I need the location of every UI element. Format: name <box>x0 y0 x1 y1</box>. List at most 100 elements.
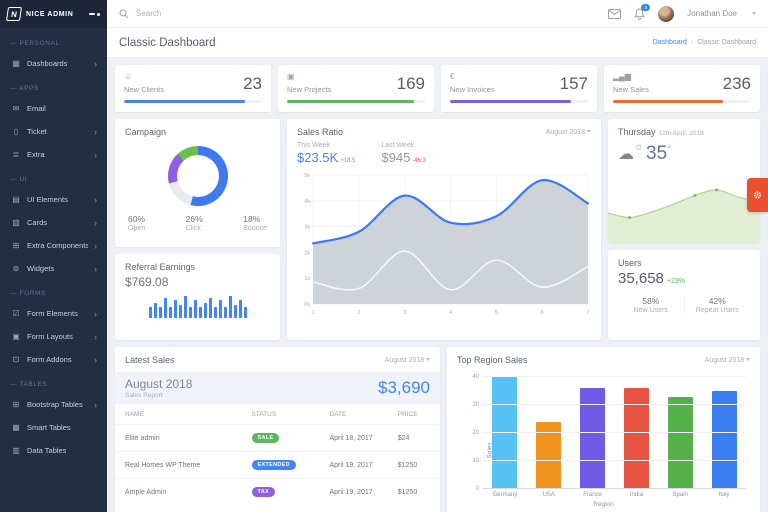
search-input[interactable] <box>134 8 358 19</box>
stat-value: 23 <box>243 74 262 93</box>
sidebar-item-label: UI Elements <box>27 195 68 204</box>
svg-text:3: 3 <box>403 310 406 316</box>
brand-logo-icon: N <box>6 7 22 21</box>
svg-text:0k: 0k <box>304 302 310 308</box>
spark-bar <box>168 307 172 318</box>
sales-ratio-period-dropdown[interactable]: August 2018 <box>546 129 591 136</box>
week-stats: This Week $23.5K +18.5 Last Week $945 -46.… <box>297 142 591 165</box>
smart-tables-icon: ▦ <box>12 423 20 432</box>
stat-progress <box>613 100 751 103</box>
spark-bar <box>173 300 177 318</box>
sidebar-item-widgets[interactable]: ⊛ Widgets › <box>0 257 107 280</box>
spark-bar <box>208 298 212 318</box>
bar-label: India <box>629 492 643 498</box>
sidebar-item-extra[interactable]: ≣ Extra › <box>0 143 107 166</box>
y-tick-label: 40 <box>472 374 479 380</box>
sidebar-item-form-elements[interactable]: ☑ Form Elements › <box>0 302 107 325</box>
spark-bar <box>183 296 187 318</box>
new-users-split: 58% New Users <box>633 296 668 314</box>
chevron-down-icon <box>746 358 750 362</box>
sidebar-item-extra-components[interactable]: ⊞ Extra Components › <box>0 234 107 257</box>
form-layouts-icon: ▣ <box>12 332 20 341</box>
cell-date: April 18, 2017 <box>329 424 398 452</box>
stat-progress <box>124 100 262 103</box>
bar-column-spain <box>658 377 702 489</box>
campaign-stat-click: 26% Click <box>185 214 203 232</box>
referral-sparkline <box>125 294 270 318</box>
chevron-right-icon: › <box>94 263 97 274</box>
y-tick-label: 30 <box>472 402 479 408</box>
mail-icon[interactable] <box>608 8 622 19</box>
sidebar-item-email[interactable]: ✉ Email <box>0 97 107 120</box>
weather-date: 12th April, 2018 <box>658 130 704 137</box>
svg-text:7: 7 <box>586 310 589 316</box>
top-region-period-dropdown[interactable]: August 2018 <box>705 357 750 364</box>
bar-x-labels: Germany USA France India Spain Italy <box>483 492 746 498</box>
sidebar-item-dashboards[interactable]: ▦ Dashboards › <box>0 52 107 75</box>
region-bar <box>492 377 518 489</box>
spark-bar <box>203 302 207 318</box>
table-row: Elite admin SALE April 18, 2017 $24 <box>115 424 440 452</box>
latest-sales-period-dropdown[interactable]: August 2018 <box>385 357 430 364</box>
bar-column-france <box>571 377 615 489</box>
sidebar-toggle-icon[interactable] <box>89 12 100 16</box>
cell-name: Elite admin <box>115 424 252 452</box>
sidebar-item-bootstrap-tables[interactable]: ⊞ Bootstrap Tables › <box>0 393 107 416</box>
avatar[interactable] <box>658 5 675 22</box>
svg-text:5k: 5k <box>304 173 310 179</box>
status-badge: TAX <box>251 487 275 497</box>
cell-price: $1250 <box>397 451 440 479</box>
stat-progress <box>287 100 425 103</box>
spark-bar <box>213 307 217 318</box>
grid-line <box>483 460 746 461</box>
stat-card-new-invoices: € New Invoices 157 <box>441 65 597 112</box>
middle-row: Campaign 60% Open 26% Click 18% Bounce R… <box>115 119 760 340</box>
search-box[interactable] <box>119 8 608 19</box>
spark-bar <box>218 300 222 318</box>
svg-text:2k: 2k <box>304 250 310 256</box>
form-addons-icon: ⊡ <box>12 355 20 364</box>
cell-status: EXTENDED <box>251 451 330 479</box>
sidebar-item-form-addons[interactable]: ⊡ Form Addons › <box>0 348 107 371</box>
stat-progress-fill <box>124 100 246 103</box>
sidebar-item-label: Ticket <box>27 127 47 136</box>
bar-label: Italy <box>718 492 730 498</box>
chevron-right-icon: › <box>94 399 97 410</box>
weather-card: Thursday 12th April, 2018 ☼ ☁ 35 <box>608 119 760 243</box>
sidebar-item-ui-elements[interactable]: ▤ UI Elements › <box>0 188 107 211</box>
user-menu[interactable]: Jonathan Doe <box>687 9 737 18</box>
cloud-sun-icon: ☼ ☁ <box>618 141 644 163</box>
stat-value: 157 <box>559 74 588 93</box>
sidebar-item-form-layouts[interactable]: ▣ Form Layouts › <box>0 325 107 348</box>
settings-fab-button[interactable] <box>747 178 768 212</box>
sidebar-item-smart-tables[interactable]: ▦ Smart Tables <box>0 416 107 439</box>
grid-icon: ▦ <box>12 59 20 68</box>
sidebar-item-ticket[interactable]: ▯ Ticket › <box>0 120 107 143</box>
x-axis-label: Region <box>593 501 614 508</box>
envelope-icon: ✉ <box>12 104 20 113</box>
col-price: PRICE <box>397 411 418 418</box>
table-row: Ample Admin TAX April 19, 2017 $1250 <box>115 478 440 505</box>
breadcrumb-home-link[interactable]: Dashboard <box>653 39 687 46</box>
chevron-right-icon: › <box>94 217 97 228</box>
svg-text:2: 2 <box>357 310 360 316</box>
latest-sales-title: Latest Sales <box>125 355 175 365</box>
notifications-bell-icon[interactable]: 3 <box>634 3 651 20</box>
weather-chart <box>608 188 760 243</box>
y-tick-label: 0 <box>475 486 479 492</box>
col-name: NAME <box>125 411 144 418</box>
grid-line <box>483 488 746 489</box>
stat-label: New Clients <box>124 85 165 94</box>
sidebar-header: N NICE ADMIN <box>0 0 107 28</box>
sidebar-item-data-tables[interactable]: ▥ Data Tables <box>0 439 107 462</box>
svg-text:1k: 1k <box>304 276 310 282</box>
stat-progress-fill <box>450 100 572 103</box>
referral-title: Referral Earnings <box>125 262 196 272</box>
cell-status: SALE <box>251 424 330 452</box>
campaign-title: Campaign <box>125 127 167 137</box>
sidebar-item-cards[interactable]: ▧ Cards › <box>0 211 107 234</box>
spark-bar <box>178 304 182 318</box>
spark-bar <box>193 300 197 318</box>
users-delta: +23% <box>666 278 685 285</box>
stats-row: ☺ New Clients 23 ▣ New Projects 169 € New Invoi… <box>115 65 760 112</box>
